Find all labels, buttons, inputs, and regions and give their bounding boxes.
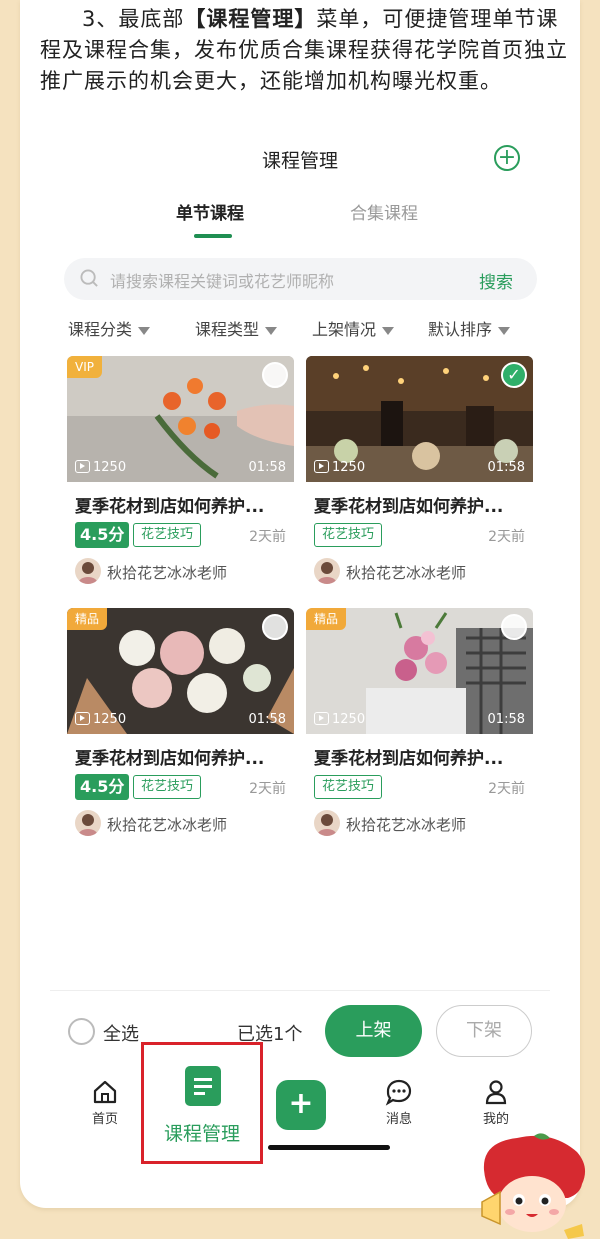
plus-circle-icon[interactable]: + <box>494 145 520 171</box>
course-thumbnail: ✓ 1250 01:58 <box>306 356 533 482</box>
publish-button[interactable]: 上架 <box>325 1005 422 1057</box>
filter-status[interactable]: 上架情况 <box>312 316 395 340</box>
filter-type[interactable]: 课程类型 <box>195 316 278 340</box>
category-tag: 花艺技巧 <box>133 775 202 799</box>
avatar <box>314 558 340 584</box>
nav-home[interactable]: 首页 <box>70 1078 140 1127</box>
course-thumbnail: 精品 1250 01:58 <box>67 608 294 734</box>
play-icon <box>314 712 329 725</box>
highlight-box <box>141 1042 263 1164</box>
nav-mine[interactable]: 我的 <box>461 1078 531 1127</box>
teacher-name: 秋拾花艺冰冰老师 <box>107 564 228 582</box>
select-all-checkbox[interactable] <box>68 1018 95 1045</box>
premium-badge: 精品 <box>67 608 108 630</box>
select-checkbox[interactable] <box>262 362 288 388</box>
nav-messages-label: 消息 <box>385 1112 412 1127</box>
premium-badge: 精品 <box>306 608 347 630</box>
teacher-name: 秋拾花艺冰冰老师 <box>346 564 467 582</box>
course-title: 夏季花材到店如何养护... <box>314 749 504 769</box>
avatar <box>75 810 101 836</box>
active-tab-indicator <box>194 234 232 238</box>
view-count: 1250 <box>314 460 365 475</box>
chevron-down-icon <box>498 326 511 335</box>
tab-single-course[interactable]: 单节课程 <box>176 199 244 224</box>
search-button[interactable]: 搜索 <box>479 268 513 293</box>
filter-sort[interactable]: 默认排序 <box>428 316 511 340</box>
rating-badge: 4.5分 <box>75 522 130 548</box>
timestamp: 2天前 <box>488 529 525 545</box>
view-count: 1250 <box>75 712 126 727</box>
search-icon <box>80 269 98 287</box>
view-count: 1250 <box>75 460 126 475</box>
add-course-button[interactable]: + <box>276 1080 326 1130</box>
user-icon <box>485 1080 507 1105</box>
avatar <box>314 810 340 836</box>
divider <box>50 990 550 991</box>
chevron-down-icon <box>382 326 395 335</box>
course-title: 夏季花材到店如何养护... <box>75 749 265 769</box>
chevron-down-icon <box>265 326 278 335</box>
nav-mine-label: 我的 <box>482 1112 509 1127</box>
nav-messages[interactable]: 消息 <box>364 1078 434 1127</box>
duration: 01:58 <box>487 712 525 727</box>
course-card[interactable]: 精品 1250 01:58 夏季花材到店如何养护... 花艺技巧 2天前 秋拾花… <box>306 608 533 844</box>
checked-checkbox[interactable]: ✓ <box>501 362 527 388</box>
chevron-down-icon <box>138 326 151 335</box>
search-bar[interactable]: 请搜索课程关键词或花艺师昵称 搜索 <box>64 258 537 300</box>
duration: 01:58 <box>248 460 286 475</box>
nav-home-label: 首页 <box>91 1112 118 1127</box>
category-tag: 花艺技巧 <box>133 523 202 547</box>
course-thumbnail: VIP 1250 01:58 <box>67 356 294 482</box>
select-all-label[interactable]: 全选 <box>103 1020 139 1046</box>
timestamp: 2天前 <box>249 529 286 545</box>
duration: 01:58 <box>248 712 286 727</box>
play-icon <box>314 460 329 473</box>
home-indicator <box>268 1145 390 1150</box>
course-thumbnail: 精品 1250 01:58 <box>306 608 533 734</box>
rating-badge: 4.5分 <box>75 774 130 800</box>
timestamp: 2天前 <box>488 781 525 797</box>
view-count: 1250 <box>314 712 365 727</box>
select-checkbox[interactable] <box>262 614 288 640</box>
teacher-name: 秋拾花艺冰冰老师 <box>107 816 228 834</box>
search-input[interactable]: 请搜索课程关键词或花艺师昵称 <box>110 268 334 292</box>
category-tag: 花艺技巧 <box>314 775 383 799</box>
vip-badge: VIP <box>67 356 102 378</box>
play-icon <box>75 712 90 725</box>
home-icon <box>93 1080 117 1104</box>
course-card[interactable]: 精品 1250 01:58 夏季花材到店如何养护... 4.5分 花艺技巧 2天… <box>67 608 294 844</box>
course-card[interactable]: ✓ 1250 01:58 夏季花材到店如何养护... 花艺技巧 2天前 秋拾花艺… <box>306 356 533 592</box>
intro-text: 3、最底部【课程管理】菜单，可便捷管理单节课程及课程合集，发布优质合集课程获得花… <box>40 7 568 93</box>
teacher-name: 秋拾花艺冰冰老师 <box>346 816 467 834</box>
course-title: 夏季花材到店如何养护... <box>75 497 265 517</box>
select-checkbox[interactable] <box>501 614 527 640</box>
category-tag: 花艺技巧 <box>314 523 383 547</box>
unpublish-button[interactable]: 下架 <box>436 1005 532 1057</box>
course-card[interactable]: VIP 1250 01:58 夏季花材到店如何养护... 4.5分 花艺技巧 2… <box>67 356 294 592</box>
course-title: 夏季花材到店如何养护... <box>314 497 504 517</box>
tab-course-collection[interactable]: 合集课程 <box>350 199 418 224</box>
filter-category[interactable]: 课程分类 <box>68 316 151 340</box>
message-icon <box>385 1079 412 1106</box>
mascot-icon <box>481 1133 586 1239</box>
timestamp: 2天前 <box>249 781 286 797</box>
duration: 01:58 <box>487 460 525 475</box>
avatar <box>75 558 101 584</box>
play-icon <box>75 460 90 473</box>
